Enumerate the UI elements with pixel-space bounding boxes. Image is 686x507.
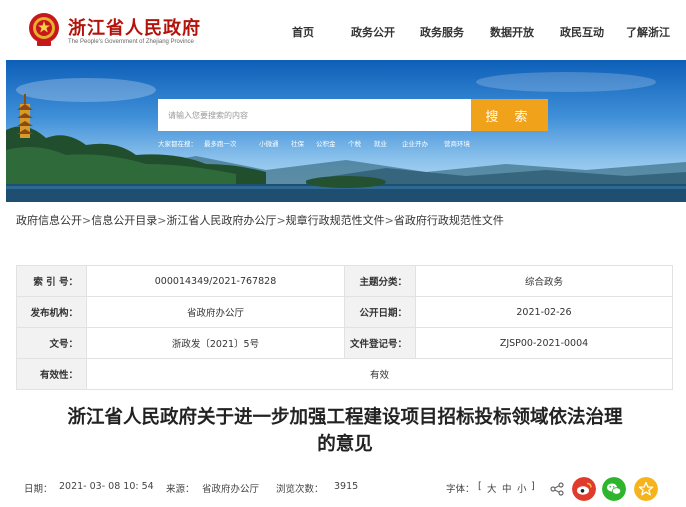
publish-date-value: 2021-02-26	[415, 296, 673, 328]
font-size-small[interactable]: 小	[517, 481, 527, 495]
hot-keyword[interactable]: 个税	[348, 138, 361, 148]
breadcrumb-item[interactable]: 省政府行政规范性文件	[394, 214, 504, 227]
table-row: 有效性： 有效	[16, 358, 673, 390]
document-number-value: 浙政发〔2021〕5号	[86, 327, 345, 359]
breadcrumb-item[interactable]: 规章行政规范性文件	[286, 214, 385, 227]
issuer-label: 发布机构：	[16, 296, 87, 328]
font-size-medium[interactable]: 中	[502, 481, 512, 495]
topic-value: 综合政务	[415, 265, 673, 297]
site-header: 浙江省人民政府 The People's Government of Zheji…	[0, 0, 686, 60]
breadcrumb-separator: >	[82, 214, 92, 227]
article-title-line: 的意见	[317, 434, 373, 455]
validity-value: 有效	[86, 358, 673, 390]
hot-keyword[interactable]: 营商环境	[444, 138, 470, 148]
wechat-icon[interactable]	[602, 477, 626, 501]
hot-keyword[interactable]: 社保	[291, 138, 304, 148]
table-row: 文号： 浙政发〔2021〕5号 文件登记号： ZJSP00-2021-0004	[16, 327, 673, 359]
registration-number-value: ZJSP00-2021-0004	[415, 327, 673, 359]
favorite-star-icon[interactable]	[634, 477, 658, 501]
nav-about-zhejiang[interactable]: 了解浙江	[626, 24, 670, 40]
weibo-icon[interactable]	[572, 477, 596, 501]
main-nav: 首页 政务公开 政务服务 数据开放 政民互动 了解浙江	[0, 24, 686, 40]
document-info-table: 索 引 号： 000014349/2021-767828 主题分类： 综合政务 …	[16, 265, 673, 390]
search-banner: 搜 索 大家都在搜： 最多跑一次 小微通 社保 公积金 个税 就业 企业开办 营…	[6, 60, 686, 202]
hot-keyword[interactable]: 公积金	[316, 138, 336, 148]
document-number-label: 文号：	[16, 327, 87, 359]
font-size-bracket: ]	[531, 481, 535, 492]
index-number-value: 000014349/2021-767828	[86, 265, 345, 297]
table-row: 发布机构： 省政府办公厅 公开日期： 2021-02-26	[16, 296, 673, 328]
date-value: 2021- 03- 08 10: 54	[59, 481, 154, 492]
source-value: 省政府办公厅	[202, 484, 260, 495]
font-size-label: 字体：	[446, 484, 475, 495]
nav-gov-affairs-open[interactable]: 政务公开	[351, 24, 395, 40]
source-label: 来源：	[166, 484, 195, 495]
date-label: 日期：	[24, 484, 53, 495]
share-link-icon[interactable]	[550, 482, 564, 496]
breadcrumb-item[interactable]: 政府信息公开	[16, 214, 82, 227]
article-title: 浙江省人民政府关于进一步加强工程建设项目招标投标领域依法治理 的意见	[20, 404, 670, 458]
west-lake-scenery	[6, 72, 686, 202]
font-size-large[interactable]: 大	[487, 481, 497, 495]
topic-label: 主题分类：	[344, 265, 416, 297]
breadcrumb: 政府信息公开>信息公开目录>浙江省人民政府办公厅>规章行政规范性文件>省政府行政…	[16, 212, 504, 228]
hot-keyword[interactable]: 就业	[374, 138, 387, 148]
registration-number-label: 文件登记号：	[344, 327, 416, 359]
views-label: 浏览次数：	[276, 484, 324, 495]
index-number-label: 索 引 号：	[16, 265, 87, 297]
nav-open-data[interactable]: 数据开放	[490, 24, 534, 40]
article-meta: 日期： 2021- 03- 08 10: 54 来源： 省政府办公厅 浏览次数：…	[24, 477, 674, 501]
article-title-line: 浙江省人民政府关于进一步加强工程建设项目招标投标领域依法治理	[67, 407, 623, 428]
hot-keyword[interactable]: 企业开办	[402, 138, 428, 148]
breadcrumb-item[interactable]: 信息公开目录	[91, 214, 157, 227]
breadcrumb-separator: >	[384, 214, 394, 227]
hot-searches-label: 大家都在搜：	[158, 140, 197, 148]
hot-keyword[interactable]: 最多跑一次	[204, 138, 237, 148]
table-row: 索 引 号： 000014349/2021-767828 主题分类： 综合政务	[16, 265, 673, 297]
nav-interaction[interactable]: 政民互动	[560, 24, 604, 40]
font-size-bracket: [	[478, 481, 482, 492]
validity-label: 有效性：	[16, 358, 87, 390]
search-input[interactable]	[158, 99, 471, 131]
issuer-value: 省政府办公厅	[86, 296, 345, 328]
breadcrumb-item[interactable]: 浙江省人民政府办公厅	[166, 214, 276, 227]
publish-date-label: 公开日期：	[344, 296, 416, 328]
breadcrumb-separator: >	[276, 214, 286, 227]
search-button[interactable]: 搜 索	[471, 99, 548, 131]
hot-keyword[interactable]: 小微通	[259, 138, 279, 148]
views-value: 3915	[334, 481, 359, 492]
nav-gov-services[interactable]: 政务服务	[420, 24, 464, 40]
nav-home[interactable]: 首页	[292, 24, 314, 40]
